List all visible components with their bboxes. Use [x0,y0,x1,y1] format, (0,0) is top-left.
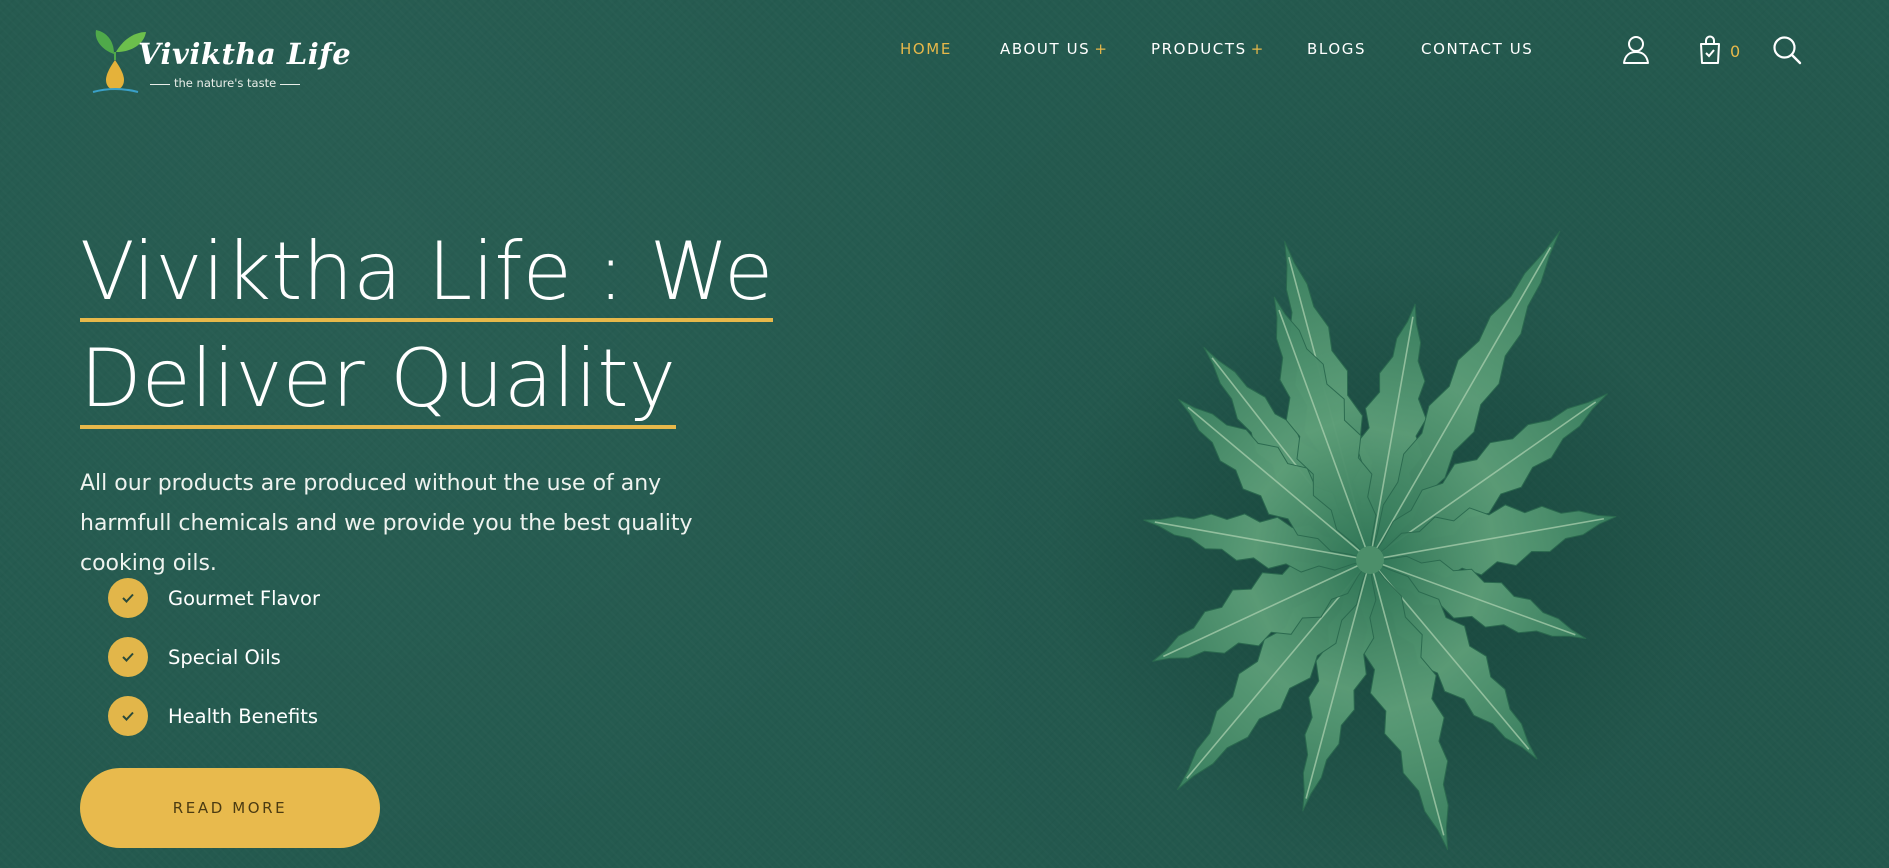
leaf-center [1356,546,1384,574]
hero-title: Viviktha Life : We Deliver Quality [80,218,800,432]
hero-description: All our products are produced without th… [80,471,693,576]
submenu-plus-icon: + [1094,40,1109,58]
submenu-plus-icon: + [1250,40,1265,58]
feature-label: Special Oils [168,645,281,669]
user-icon[interactable] [1622,35,1650,65]
hero-title-line2: Deliver Quality [80,332,677,429]
brand-tagline: the nature's taste [149,76,301,90]
feature-item: Gourmet Flavor [108,577,320,619]
nav-products-label: PRODUCTS [1151,40,1247,58]
feature-item: Health Benefits [108,695,318,737]
shopping-bag-icon[interactable] [1698,35,1722,65]
brand-name: Viviktha Life [138,37,352,71]
nav-home[interactable]: HOME [900,40,952,58]
check-icon [108,578,148,618]
feature-label: Health Benefits [168,704,319,728]
check-icon [108,637,148,677]
nav-blogs[interactable]: BLOGS [1307,40,1366,58]
nav-blogs-label: BLOGS [1307,40,1367,58]
nav-about-label: ABOUT US [1000,40,1091,58]
check-icon [108,696,148,736]
nav-contact-us[interactable]: CONTACT US [1421,40,1533,58]
hemp-leaves-image [1050,230,1710,860]
feature-label: Gourmet Flavor [168,586,320,610]
search-icon[interactable] [1772,35,1802,65]
hero-title-line1: Viviktha Life : We [80,225,774,322]
nav-about-us[interactable]: ABOUT US + [1000,40,1108,58]
feature-item: Special Oils [108,636,281,678]
nav-home-label: HOME [900,40,952,58]
nav-contact-label: CONTACT US [1421,40,1534,58]
brand-logo[interactable]: Viviktha Life the nature's taste [88,22,351,96]
read-more-button[interactable]: READ MORE [80,768,380,848]
cart-count: 0 [1730,42,1741,61]
nav-products[interactable]: PRODUCTS + [1151,40,1265,58]
